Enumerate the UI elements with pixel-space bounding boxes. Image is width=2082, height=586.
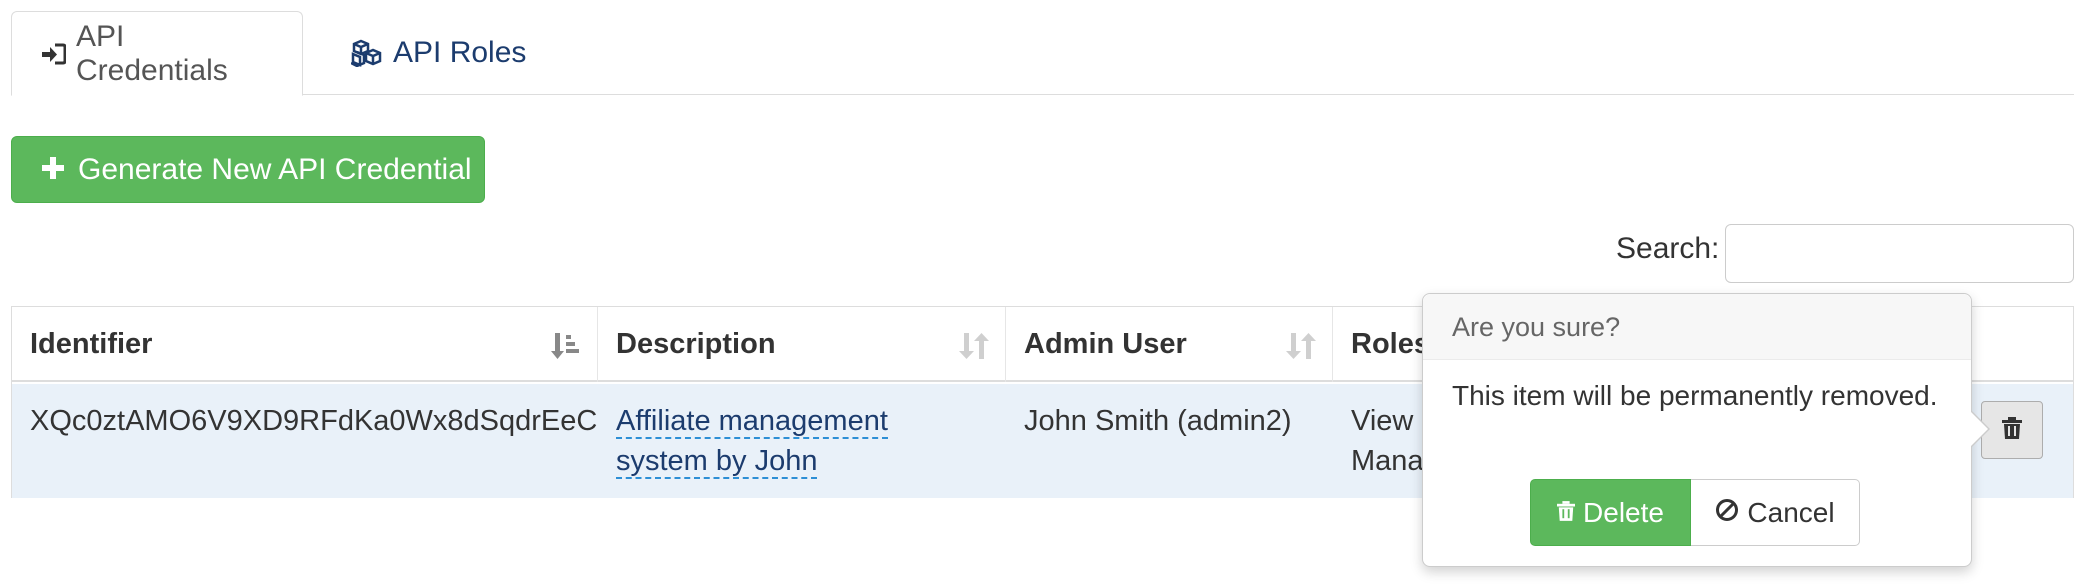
- cell-admin-user: John Smith (admin2): [1024, 405, 1292, 437]
- confirm-delete-button[interactable]: Delete: [1530, 479, 1691, 546]
- column-header-admin-user[interactable]: Admin User: [1006, 307, 1333, 382]
- popover-actions: Delete Cancel: [1530, 479, 1860, 546]
- cell-identifier: XQc0ztAMO6V9XD9RFdKa0Wx8dSqdrEeC: [30, 405, 598, 437]
- popover-message: This item will be permanently removed.: [1452, 380, 1938, 411]
- sign-in-icon: [42, 43, 66, 65]
- trash-icon: [2002, 416, 2022, 444]
- sort-ascending-icon: [551, 331, 581, 369]
- cancel-button-label: Cancel: [1747, 496, 1835, 528]
- search-input[interactable]: [1725, 224, 2074, 283]
- tab-api-roles[interactable]: API Roles: [321, 11, 556, 95]
- column-header-identifier[interactable]: Identifier: [12, 307, 598, 382]
- tab-api-credentials[interactable]: API Credentials: [11, 11, 303, 96]
- cancel-button[interactable]: Cancel: [1691, 479, 1860, 546]
- delete-button-label: Delete: [1583, 496, 1664, 528]
- search-label: Search:: [1616, 232, 1720, 265]
- tab-label: API Credentials: [76, 19, 228, 87]
- trash-icon: [1557, 497, 1576, 529]
- cell-description: Affiliate management system by John: [616, 384, 996, 498]
- confirm-delete-popover: Are you sure? This item will be permanen…: [1422, 293, 1990, 567]
- generate-button-label: Generate New API Credential: [78, 152, 472, 186]
- tab-label: API Roles: [393, 36, 527, 69]
- column-header-description[interactable]: Description: [598, 307, 1006, 382]
- generate-api-credential-button[interactable]: Generate New API Credential: [11, 136, 485, 203]
- sort-icon: [1286, 331, 1316, 369]
- popover-arrow: [1971, 412, 1988, 446]
- description-editable-link[interactable]: Affiliate management: [616, 405, 888, 439]
- popover-title: Are you sure?: [1423, 294, 1971, 360]
- ban-icon: [1715, 497, 1739, 529]
- plus-icon: [42, 153, 64, 187]
- tab-bar: API Credentials API Roles: [11, 11, 2074, 96]
- cubes-icon: [351, 39, 383, 67]
- delete-row-button[interactable]: [1981, 401, 2043, 459]
- description-editable-link[interactable]: system by John: [616, 445, 818, 479]
- sort-icon: [959, 331, 989, 369]
